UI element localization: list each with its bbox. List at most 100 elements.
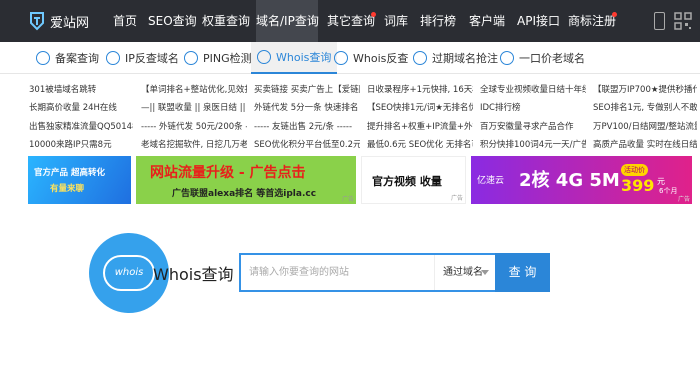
- top-nav: 爱站网 首页 SEO查询 权重查询 域名/IP查询 其它查询 词库 排行榜 客户…: [0, 0, 700, 42]
- ad-link[interactable]: 10000来路IP只需8元: [29, 138, 133, 150]
- record-icon: [36, 51, 50, 65]
- ad-link[interactable]: SEO排名1元, 专做别人不敢做的: [593, 101, 697, 113]
- clock-icon: [413, 51, 427, 65]
- ad-link[interactable]: 老域名挖掘软件, 日挖几万老域名: [141, 138, 247, 150]
- nav-other-query[interactable]: 其它查询: [323, 0, 379, 42]
- nav-label: 词库: [383, 14, 408, 28]
- ad-link[interactable]: ----- 外链代发 50元/200条 -----: [141, 120, 247, 132]
- ad-link[interactable]: 出售独家精准流量QQ501484: [29, 120, 133, 132]
- banner-text: 网站流量升级 - 广告点击: [150, 165, 306, 181]
- nav-home[interactable]: 首页: [105, 0, 145, 42]
- banner-traffic-upgrade[interactable]: 网站流量升级 - 广告点击 广告联盟alexa排名 等首选ipla.cc 广告: [136, 156, 356, 204]
- ad-link[interactable]: 外链代发 5分一条 快速排名: [254, 101, 360, 113]
- banner-text: 官方视频 收量: [372, 175, 442, 188]
- ping-icon: [184, 51, 198, 65]
- nav-client[interactable]: 客户端: [469, 0, 505, 42]
- ad-link[interactable]: 【单词排名+整站优化,见效扣费】: [141, 83, 247, 95]
- ad-link[interactable]: 积分快排100词4元一天/广告专供: [480, 138, 586, 150]
- tab-fixed-price-domains[interactable]: 一口价老域名: [500, 42, 585, 74]
- nav-label: 客户端: [469, 14, 506, 28]
- whois-search-box: 通过域名 查 询: [239, 253, 550, 292]
- ad-label: 广告: [677, 196, 690, 203]
- nav-seo-query[interactable]: SEO查询: [148, 0, 197, 42]
- tab-label: IP反查域名: [125, 52, 179, 65]
- ad-link[interactable]: 日收录程序+1元快排, 16天权三: [367, 83, 473, 95]
- tab-label: 一口价老域名: [519, 52, 585, 65]
- nav-label: 其它查询: [326, 14, 375, 28]
- banner-brand: 亿速云: [477, 176, 505, 186]
- nav-domain-ip-query[interactable]: 域名/IP查询: [256, 0, 319, 42]
- tab-ip-reverse[interactable]: IP反查域名: [106, 42, 179, 74]
- nav-lexicon[interactable]: 词库: [382, 0, 410, 42]
- new-dot-indicator: [612, 12, 617, 17]
- ad-link[interactable]: 最低0.6元 SEO优化 无排名可退: [367, 138, 473, 150]
- banner-official-video[interactable]: 官方视频 收量 广告: [361, 156, 466, 204]
- tab-label: PING检测: [203, 52, 252, 65]
- ad-link[interactable]: SEO优化积分平台低至0.2元: [254, 138, 360, 150]
- chevron-down-icon: [481, 270, 489, 275]
- nav-api[interactable]: API接口: [517, 0, 560, 42]
- search-button[interactable]: 查 询: [495, 253, 550, 292]
- ad-label: 广告: [341, 196, 354, 203]
- page-title: Whois查询: [153, 265, 234, 284]
- nav-label: 排行榜: [420, 14, 457, 28]
- ip-icon: [106, 51, 120, 65]
- banner-cloud-server[interactable]: 亿速云 2核 4G 5M 活动价 399 元 6个月 广告: [471, 156, 692, 204]
- banner-price: 399: [621, 176, 655, 195]
- logo-mark-icon: [28, 11, 46, 31]
- ad-link[interactable]: 全球专业视频收量日结十年经验: [480, 83, 586, 95]
- nav-rankings[interactable]: 排行榜: [420, 0, 456, 42]
- query-type-select[interactable]: 通过域名: [434, 255, 495, 290]
- banner-text: 官方产品 超高转化: [34, 168, 105, 178]
- banner-period: 6个月: [659, 187, 678, 195]
- select-value: 通过域名: [443, 267, 483, 278]
- tab-label: 过期域名抢注: [432, 52, 498, 65]
- banner-text: 有量来聊: [50, 184, 85, 194]
- price-badge: 活动价: [621, 164, 648, 176]
- mobile-icon[interactable]: [654, 12, 665, 30]
- tab-label: Whois反查: [353, 52, 409, 65]
- whois-logo-text: whois: [114, 267, 144, 278]
- tool-tabs: 备案查询 IP反查域名 PING检测 Whois查询 Whois反查 过期域名抢…: [0, 42, 700, 74]
- ad-link[interactable]: 高质产品收量 实时在线日结: [593, 138, 697, 150]
- ad-link[interactable]: 百万安徽量寻求产品合作: [480, 120, 586, 132]
- domain-search-input[interactable]: [241, 255, 433, 290]
- banner-text: 2核 4G 5M: [519, 170, 620, 191]
- ad-links-grid: 301被墙域名跳转 长期高价收量 24H在线 出售独家精准流量QQ501484 …: [0, 74, 700, 152]
- banner-ads: 官方产品 超高转化 有量来聊 网站流量升级 - 广告点击 广告联盟alexa排名…: [0, 152, 700, 207]
- ad-link[interactable]: 【SEO快排1元/词★无排名优化】: [367, 101, 473, 113]
- ad-link[interactable]: 提升排名+权重+IP流量+外链: [367, 120, 473, 132]
- ad-link[interactable]: 万PV100/日结网盟/整站流量出租: [593, 120, 697, 132]
- whois-icon: [257, 50, 271, 64]
- nav-label: SEO查询: [148, 14, 197, 28]
- ad-label: 广告: [450, 195, 463, 202]
- nav-trademark[interactable]: 商标注册: [566, 0, 618, 42]
- nav-label: API接口: [517, 14, 560, 28]
- tab-whois-reverse[interactable]: Whois反查: [334, 42, 408, 74]
- qr-code-icon[interactable]: [674, 12, 692, 30]
- ad-link[interactable]: 【联盟万IP700★提供秒播代码】: [593, 83, 697, 95]
- ad-link[interactable]: 301被墙域名跳转: [29, 83, 133, 95]
- banner-official-products[interactable]: 官方产品 超高转化 有量来聊: [28, 156, 131, 204]
- ad-link[interactable]: 长期高价收量 24H在线: [29, 101, 133, 113]
- tag-icon: [500, 51, 514, 65]
- nav-label: 商标注册: [567, 14, 616, 28]
- nav-label: 域名/IP查询: [256, 14, 319, 28]
- nav-weight-query[interactable]: 权重查询: [200, 0, 252, 42]
- new-dot-indicator: [371, 12, 376, 17]
- ad-link[interactable]: —|| 联盟收量 || 泉医日结 || —: [141, 101, 247, 113]
- tab-label: Whois查询: [276, 51, 332, 64]
- banner-text: 广告联盟alexa排名 等首选ipla.cc: [172, 189, 317, 199]
- tab-expired-domains[interactable]: 过期域名抢注: [413, 42, 498, 74]
- whois-reverse-icon: [334, 51, 348, 65]
- ad-link[interactable]: 买卖链接 买卖广告上【爱链网】: [254, 83, 360, 95]
- nav-label: 权重查询: [201, 14, 250, 28]
- tab-whois-query[interactable]: Whois查询: [251, 42, 338, 74]
- site-logo[interactable]: 爱站网: [28, 10, 89, 32]
- ad-link[interactable]: ----- 友链出售 2元/条 -----: [254, 120, 360, 132]
- nav-label: 首页: [112, 14, 137, 28]
- ad-link[interactable]: IDC排行榜: [480, 101, 586, 113]
- tab-ping[interactable]: PING检测: [184, 42, 252, 74]
- tab-record-query[interactable]: 备案查询: [36, 42, 99, 74]
- site-name: 爱站网: [50, 15, 90, 31]
